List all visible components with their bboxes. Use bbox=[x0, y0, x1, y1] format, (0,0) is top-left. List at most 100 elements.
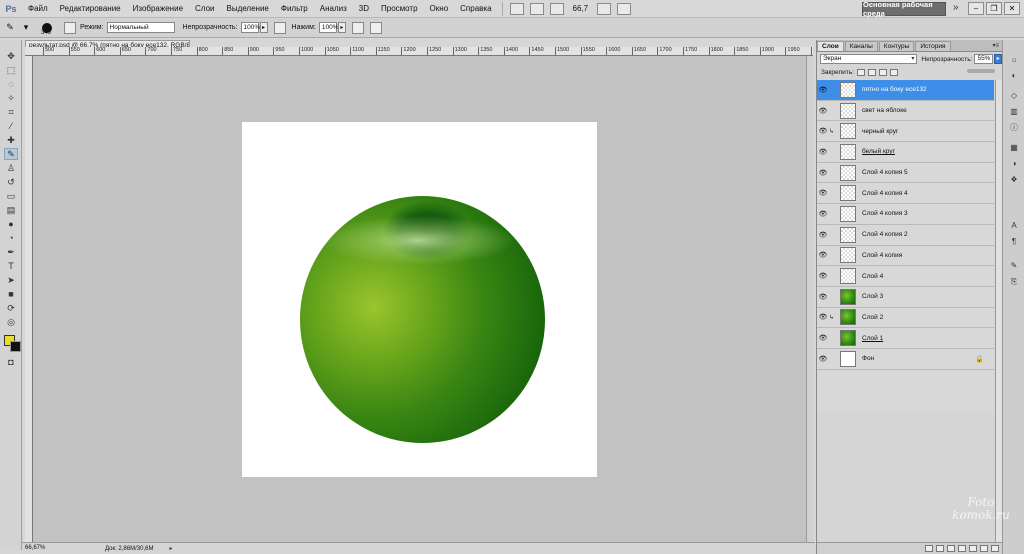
marquee-tool-icon[interactable]: ⬚ bbox=[4, 64, 18, 76]
navigator-icon[interactable]: ◇ bbox=[1008, 90, 1020, 101]
status-zoom[interactable]: 66,67% bbox=[25, 544, 55, 553]
clone-stamp-tool-icon[interactable]: ♙ bbox=[4, 162, 18, 174]
brushes-icon[interactable]: ✎ bbox=[1008, 260, 1020, 271]
layer-row[interactable]: 👁 Фон 🔒 bbox=[817, 349, 994, 370]
pressure-slider-icon[interactable]: ▸ bbox=[337, 22, 346, 33]
3d-orbit-tool-icon[interactable]: ◎ bbox=[4, 316, 18, 328]
opacity-input[interactable]: 100% bbox=[240, 22, 260, 33]
layer-row[interactable]: 👁 Слой 4 копия bbox=[817, 246, 994, 267]
menu-analysis[interactable]: Анализ bbox=[314, 4, 353, 13]
info-icon[interactable]: ⓘ bbox=[1008, 122, 1020, 133]
arrange-documents-icon[interactable] bbox=[597, 2, 612, 15]
more-workspaces-icon[interactable]: » bbox=[953, 2, 959, 13]
pressure-input[interactable]: 100% bbox=[318, 22, 338, 33]
new-layer-icon[interactable] bbox=[980, 545, 988, 552]
eye-icon[interactable]: 👁 bbox=[817, 107, 829, 115]
brush-panel-icon[interactable] bbox=[64, 21, 76, 34]
link-layers-icon[interactable] bbox=[925, 545, 933, 552]
tab-history[interactable]: История bbox=[915, 41, 951, 51]
layer-row[interactable]: 👁 Слой 4 копия 2 bbox=[817, 225, 994, 246]
tablet-opacity-icon[interactable] bbox=[273, 21, 286, 34]
eye-icon[interactable]: 👁 bbox=[817, 127, 829, 135]
eye-icon[interactable]: 👁 bbox=[817, 86, 829, 94]
pen-tool-icon[interactable]: ✒ bbox=[4, 246, 18, 258]
clone-source-icon[interactable]: ⎘ bbox=[1008, 276, 1020, 287]
menu-help[interactable]: Справка bbox=[454, 4, 497, 13]
eraser-tool-icon[interactable]: ▭ bbox=[4, 190, 18, 202]
mini-bridge-icon[interactable] bbox=[529, 2, 544, 15]
gradient-tool-icon[interactable]: ▤ bbox=[4, 204, 18, 216]
tab-layers[interactable]: Слои bbox=[817, 41, 844, 51]
trash-icon[interactable] bbox=[991, 545, 999, 552]
document-canvas[interactable] bbox=[242, 122, 597, 477]
shape-tool-icon[interactable]: ■ bbox=[4, 288, 18, 300]
color-icon[interactable]: ◑ bbox=[1008, 158, 1020, 169]
path-select-tool-icon[interactable]: ➤ bbox=[4, 274, 18, 286]
panel-menu-icon[interactable]: ▾≡ bbox=[992, 42, 999, 49]
close-icon[interactable]: ✕ bbox=[1004, 2, 1020, 15]
eye-icon[interactable]: 👁 bbox=[817, 169, 829, 177]
lasso-tool-icon[interactable]: ◌ bbox=[4, 78, 18, 90]
new-group-icon[interactable] bbox=[969, 545, 977, 552]
brush-tool-icon[interactable]: ✎ bbox=[4, 148, 18, 160]
menu-layers[interactable]: Слои bbox=[189, 4, 220, 13]
layer-row[interactable]: 👁 Слой 1 bbox=[817, 328, 994, 349]
layer-style-icon[interactable] bbox=[936, 545, 944, 552]
adjustment-layer-icon[interactable] bbox=[958, 545, 966, 552]
eye-icon[interactable]: 👁 bbox=[817, 355, 829, 363]
opacity-slider-icon[interactable]: ▸ bbox=[259, 22, 268, 33]
menu-window[interactable]: Окно bbox=[424, 4, 455, 13]
lock-all-icon[interactable] bbox=[889, 68, 898, 76]
menu-filter[interactable]: Фильтр bbox=[275, 4, 314, 13]
eyedropper-tool-icon[interactable]: ⁄ bbox=[4, 120, 18, 132]
layer-row[interactable]: 👁 ↳ черный круг bbox=[817, 121, 994, 143]
lock-pixels-icon[interactable] bbox=[867, 68, 876, 76]
bridge-icon[interactable] bbox=[509, 2, 524, 15]
menu-image[interactable]: Изображение bbox=[127, 4, 189, 13]
tab-paths[interactable]: Контуры bbox=[878, 41, 915, 51]
eye-icon[interactable]: 👁 bbox=[817, 231, 829, 239]
brush-tool-icon[interactable]: ✎ bbox=[0, 22, 20, 33]
layer-row[interactable]: 👁 Слой 4 bbox=[817, 266, 994, 287]
quick-select-tool-icon[interactable]: ✧ bbox=[4, 92, 18, 104]
layer-row[interactable]: 👁 пятно на боку есе132 bbox=[817, 80, 994, 101]
history-brush-tool-icon[interactable]: ↺ bbox=[4, 176, 18, 188]
background-color-swatch[interactable] bbox=[10, 341, 21, 352]
quick-mask-icon[interactable]: ◘ bbox=[4, 356, 18, 368]
character-icon[interactable]: A bbox=[1008, 220, 1020, 231]
crop-tool-icon[interactable]: ⌗ bbox=[4, 106, 18, 118]
histogram-icon[interactable]: ▥ bbox=[1008, 106, 1020, 117]
eye-icon[interactable]: 👁 bbox=[817, 251, 829, 259]
eye-icon[interactable]: 👁 bbox=[817, 293, 829, 301]
masks-icon[interactable]: ◐ bbox=[1008, 70, 1020, 81]
menu-edit[interactable]: Редактирование bbox=[54, 4, 127, 13]
lock-transparency-icon[interactable] bbox=[856, 68, 865, 76]
layer-opacity-slider-icon[interactable]: ▸ bbox=[994, 54, 1002, 64]
airbrush-icon[interactable] bbox=[351, 21, 364, 34]
eye-icon[interactable]: 👁 bbox=[817, 210, 829, 218]
dodge-tool-icon[interactable]: ◔ bbox=[4, 232, 18, 244]
canvas-area[interactable] bbox=[33, 56, 813, 542]
layer-mask-icon[interactable] bbox=[947, 545, 955, 552]
blend-mode-select[interactable]: Экран ▾ bbox=[820, 54, 918, 64]
eye-icon[interactable]: 👁 bbox=[817, 334, 829, 342]
status-menu-icon[interactable]: ▸ bbox=[169, 545, 172, 552]
view-extras-icon[interactable] bbox=[549, 2, 564, 15]
menu-view[interactable]: Просмотр bbox=[375, 4, 424, 13]
lock-position-icon[interactable] bbox=[878, 68, 887, 76]
mode-select[interactable]: Нормальный bbox=[106, 22, 175, 33]
zoom-level[interactable]: 66,7 bbox=[573, 4, 589, 13]
fill-slider[interactable] bbox=[967, 69, 995, 73]
restore-icon[interactable]: ❐ bbox=[986, 2, 1002, 15]
eye-icon[interactable]: 👁 bbox=[817, 189, 829, 197]
menu-select[interactable]: Выделение bbox=[220, 4, 274, 13]
tablet-size-icon[interactable] bbox=[369, 21, 382, 34]
paragraph-icon[interactable]: ¶ bbox=[1008, 236, 1020, 247]
blur-tool-icon[interactable]: ● bbox=[4, 218, 18, 230]
menu-3d[interactable]: 3D bbox=[353, 4, 375, 13]
workspace-button[interactable]: Основная рабочая среда bbox=[862, 0, 946, 18]
canvas-vertical-scrollbar[interactable] bbox=[806, 56, 813, 542]
tab-channels[interactable]: Каналы bbox=[844, 41, 878, 51]
layer-row[interactable]: 👁 ↳ Слой 2 bbox=[817, 308, 994, 329]
screen-mode-icon[interactable] bbox=[617, 2, 632, 15]
